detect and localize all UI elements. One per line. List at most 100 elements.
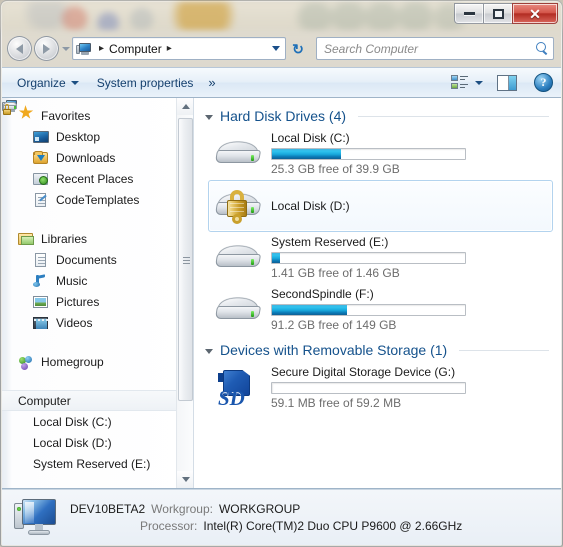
section-header-hard-disk-drives[interactable]: Hard Disk Drives (4) [194,104,561,128]
sidebar-item-favorites[interactable]: Favorites [2,105,176,126]
navigation-tree: Favorites Desktop Downloads Recent Place… [2,98,176,488]
sidebar-item-homegroup[interactable]: Homegroup [2,351,176,372]
close-icon: ✕ [529,5,541,22]
sidebar-item-codetemplates[interactable]: CodeTemplates [2,189,176,210]
sidebar-item-documents[interactable]: Documents [2,249,176,270]
refresh-button[interactable]: ↻ [286,37,310,60]
capacity-bar [271,252,466,264]
chevron-down-icon [70,80,79,85]
view-list-icon [451,75,468,90]
arrow-right-icon [43,43,50,54]
sidebar-item-computer[interactable]: Computer [2,100,176,411]
scrollbar-thumb[interactable] [178,118,193,401]
collapse-icon[interactable] [205,114,213,120]
sidebar-item-downloads[interactable]: Downloads [2,147,176,168]
breadcrumb-separator-1[interactable]: ▸ [94,43,109,54]
refresh-icon: ↻ [292,40,304,57]
close-button[interactable]: ✕ [512,3,558,24]
sidebar-label: Local Disk (C:) [33,414,112,429]
sd-card-icon: SD [213,366,263,410]
title-bar: ✕ [1,1,562,30]
drive-details: Local Disk (C:) 25.3 GB free of 39.9 GB [271,131,548,177]
section-divider [459,349,549,351]
homegroup-icon [18,354,34,370]
drive-details: Secure Digital Storage Device (G:) 59.1 … [271,365,548,411]
toolbar-overflow-button[interactable]: » [202,75,220,90]
breadcrumb-computer[interactable]: Computer [109,42,162,56]
minimize-button[interactable] [454,3,483,24]
details-text: DEV10BETA2 Workgroup: WORKGROUP Processo… [70,502,462,533]
section-header-removable-storage[interactable]: Devices with Removable Storage (1) [194,338,561,362]
arrow-left-icon [16,43,23,54]
sidebar-scrollbar[interactable] [176,98,193,488]
sidebar-item-desktop[interactable]: Desktop [2,126,176,147]
sidebar-item-system-reserved-e[interactable]: System Reserved (E:) [2,102,176,474]
organize-label: Organize [17,75,66,90]
sidebar-item-local-disk-c[interactable]: Local Disk (C:) [2,102,176,432]
chevron-down-icon [475,80,483,85]
capacity-bar [271,304,466,316]
command-bar: Organize System properties » ? [2,67,561,98]
scroll-down-button[interactable] [177,471,193,488]
drive-free-space: 1.41 GB free of 1.46 GB [271,266,400,280]
music-icon [33,273,49,289]
computer-name: DEV10BETA2 [70,502,146,516]
organize-button[interactable]: Organize [8,71,88,94]
drive-item-f[interactable]: SecondSpindle (F:) 91.2 GB free of 149 G… [208,284,553,336]
maximize-icon [492,8,504,19]
collapse-icon[interactable] [205,348,213,354]
system-properties-button[interactable]: System properties [88,71,203,94]
nav-group-libraries: Libraries Documents Music Pictures Video… [2,228,176,333]
back-button[interactable] [7,36,32,61]
sidebar-item-videos[interactable]: Videos [2,312,176,333]
chevron-down-icon [61,46,70,51]
computer-icon [14,497,60,539]
address-bar[interactable]: ▸ Computer ▸ [72,37,286,60]
processor-label: Processor: [140,519,198,533]
scroll-up-button[interactable] [177,98,193,115]
sidebar-label: Documents [56,252,117,267]
drive-free-space: 59.1 MB free of 59.2 MB [271,396,402,410]
sidebar-label: Homegroup [41,354,104,369]
forward-button[interactable] [34,36,59,61]
search-input[interactable]: Search Computer [324,42,536,56]
drive-details: SecondSpindle (F:) 91.2 GB free of 149 G… [271,287,548,333]
details-line-processor: Processor: Intel(R) Core(TM)2 Duo CPU P9… [70,519,462,533]
command-bar-right: ? [446,71,555,94]
nav-group-computer: Computer Local Disk (C:) Local Disk (D:)… [2,100,176,474]
maximize-button[interactable] [483,3,512,24]
explorer-window: ✕ ▸ Computer ▸ ↻ Search Computer Organiz… [0,0,563,547]
search-box[interactable]: Search Computer [316,37,554,60]
change-view-button[interactable] [446,71,488,94]
sidebar-label: CodeTemplates [56,192,140,207]
window-controls: ✕ [454,3,558,24]
documents-icon [33,252,49,268]
drive-item-g[interactable]: SD Secure Digital Storage Device (G:) 59… [208,362,553,414]
workgroup-value: WORKGROUP [218,502,301,516]
drive-item-c[interactable]: Local Disk (C:) 25.3 GB free of 39.9 GB [208,128,553,180]
help-button[interactable]: ? [534,73,553,92]
drive-item-d[interactable]: Local Disk (D:) [208,180,553,232]
hard-disk-icon [213,288,263,332]
desktop-icon [33,129,49,145]
capacity-fill [272,305,348,315]
drive-item-e[interactable]: System Reserved (E:) 1.41 GB free of 1.4… [208,232,553,284]
preview-pane-button[interactable] [490,71,524,94]
sidebar-item-local-disk-d[interactable]: Local Disk (D:) [2,102,176,453]
sidebar-item-libraries[interactable]: Libraries [2,228,176,249]
sidebar-item-recent-places[interactable]: Recent Places [2,168,176,189]
sidebar-label: Desktop [56,129,101,144]
sidebar-item-music[interactable]: Music [2,270,176,291]
breadcrumb-separator-2[interactable]: ▸ [162,43,177,54]
sidebar-label: Videos [56,315,93,330]
address-dropdown-button[interactable] [267,38,284,59]
address-bar-row: ▸ Computer ▸ ↻ Search Computer [1,30,562,67]
recent-pages-button[interactable] [59,46,72,51]
sidebar-item-pictures[interactable]: Pictures [2,291,176,312]
drive-name: Local Disk (C:) [271,131,350,145]
navigation-pane: Favorites Desktop Downloads Recent Place… [2,98,194,488]
drive-name: Secure Digital Storage Device (G:) [271,365,456,379]
capacity-bar [271,148,466,160]
